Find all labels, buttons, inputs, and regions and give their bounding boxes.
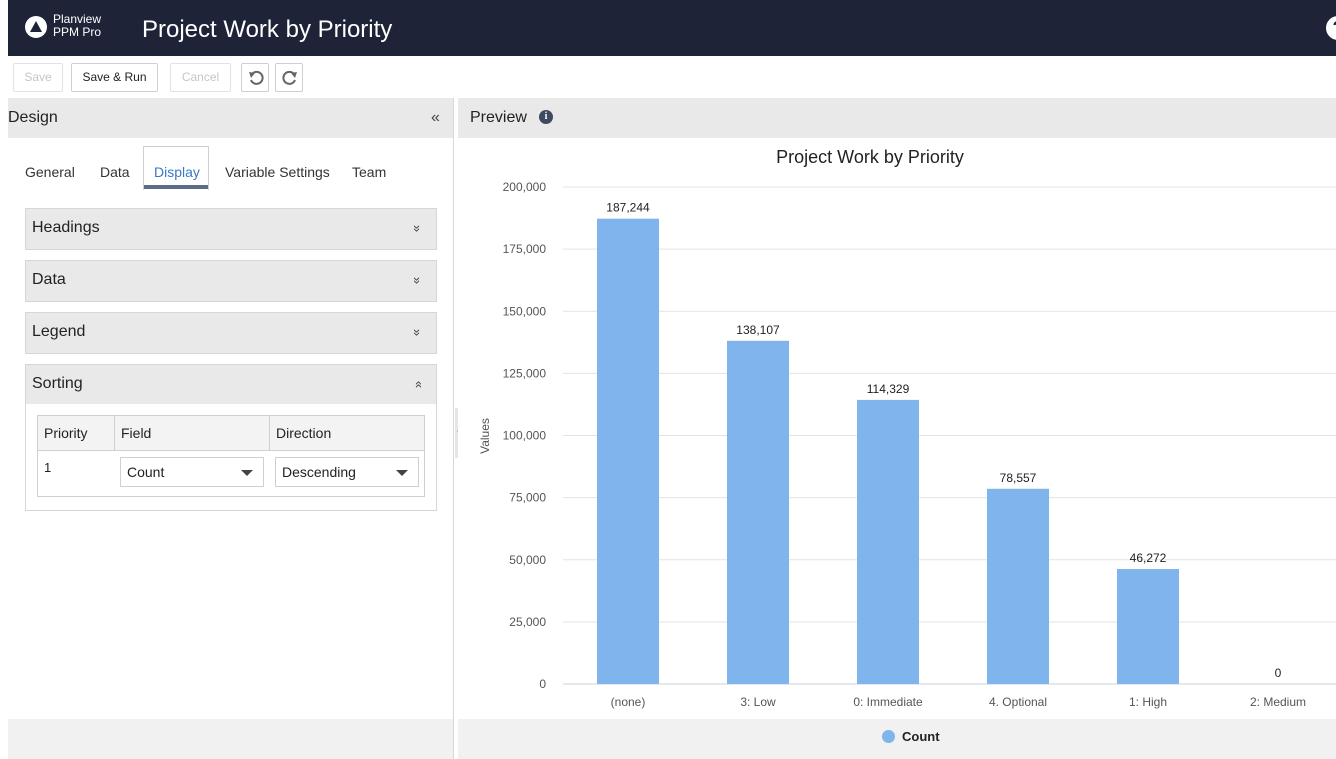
sorting-table-header: Priority Field Direction (38, 416, 424, 451)
active-tab-indicator (144, 185, 208, 189)
brand-name: Planview PPM Pro (53, 13, 101, 39)
y-tick-label: 25,000 (509, 615, 546, 629)
tab-data[interactable]: Data (100, 164, 130, 180)
y-tick-label: 75,000 (509, 491, 546, 505)
y-tick-label: 175,000 (503, 242, 547, 256)
preview-title: Preview (470, 109, 527, 126)
x-tick-label: 1: High (1129, 695, 1167, 709)
y-tick-label: 50,000 (509, 553, 546, 567)
collapse-chevron-icon: » (410, 380, 426, 389)
legend-swatch[interactable] (882, 730, 895, 743)
sorting-table: Priority Field Direction 1 Count Descend… (37, 415, 425, 497)
y-tick-label: 0 (539, 677, 546, 691)
top-bar: Planview PPM Pro Project Work by Priorit… (8, 0, 1336, 56)
design-panel-title: Design (8, 109, 58, 126)
data-label: 138,107 (736, 323, 780, 337)
y-tick-label: 125,000 (503, 366, 547, 380)
info-icon[interactable]: i (539, 110, 553, 124)
redo-icon (282, 70, 297, 85)
bar (857, 399, 919, 684)
section-headings[interactable]: Headings » (25, 208, 437, 250)
dropdown-caret-icon (241, 470, 253, 476)
y-tick-label: 100,000 (503, 429, 547, 443)
tab-general[interactable]: General (25, 164, 75, 180)
collapse-panel-icon[interactable]: « (431, 109, 440, 127)
tab-variable-settings[interactable]: Variable Settings (225, 164, 330, 180)
x-tick-label: 3: Low (740, 695, 776, 709)
x-tick-label: 4. Optional (989, 695, 1047, 709)
brand-line-2: PPM Pro (53, 25, 102, 39)
tab-team[interactable]: Team (352, 164, 386, 180)
section-legend[interactable]: Legend » (25, 312, 437, 354)
bar (987, 488, 1049, 684)
help-icon[interactable]: ? (1326, 16, 1336, 40)
save-button[interactable]: Save (13, 63, 63, 92)
bar-chart: Project Work by Priority 0 25,000 50,000 75,… (478, 147, 1336, 709)
design-tabs: General Data Display Variable Settings T… (8, 138, 453, 194)
sorting-section-body: Priority Field Direction 1 Count Descend… (25, 404, 437, 511)
section-headings-label: Headings (32, 219, 100, 236)
data-label: 187,244 (606, 201, 650, 215)
preview-panel-header: Preview i (458, 98, 1336, 138)
cancel-button[interactable]: Cancel (170, 63, 231, 92)
section-sorting-label: Sorting (32, 375, 83, 392)
tab-display[interactable]: Display (154, 164, 200, 180)
sort-direction-select[interactable]: Descending (275, 457, 419, 487)
chart-title: Project Work by Priority (776, 147, 964, 167)
column-header-field: Field (115, 416, 270, 451)
x-tick-label: 2: Medium (1250, 695, 1306, 709)
section-legend-label: Legend (32, 323, 86, 340)
redo-button[interactable] (275, 63, 303, 92)
data-label: 78,557 (1000, 471, 1037, 485)
save-and-run-button[interactable]: Save & Run (71, 63, 158, 92)
expand-chevron-icon: » (410, 328, 426, 337)
bar (1117, 569, 1179, 684)
planview-logo-icon (25, 16, 47, 38)
bar (597, 218, 659, 684)
sort-priority-value: 1 (44, 460, 52, 475)
x-tick-label: 0: Immediate (853, 695, 923, 709)
section-data[interactable]: Data » (25, 260, 437, 302)
column-header-priority: Priority (38, 416, 115, 451)
data-label: 46,272 (1130, 551, 1167, 565)
data-label: 114,329 (867, 382, 910, 396)
y-axis-label: Values (478, 418, 492, 454)
chart-legend: Count (458, 719, 1336, 759)
planview-logo[interactable]: Planview PPM Pro (25, 12, 117, 44)
toolbar: Save Save & Run Cancel (8, 56, 1336, 98)
y-tick-label: 200,000 (503, 180, 547, 194)
sort-direction-value: Descending (282, 464, 356, 480)
expand-chevron-icon: » (410, 224, 426, 233)
preview-panel: Preview i Project Work by Priority 0 25,00… (458, 98, 1336, 759)
expand-chevron-icon: » (410, 276, 426, 285)
y-tick-label: 150,000 (503, 304, 547, 318)
dropdown-caret-icon (396, 470, 408, 476)
design-panel: Design « General Data Display Variable S… (8, 98, 453, 759)
sort-field-select[interactable]: Count (120, 457, 264, 487)
section-data-label: Data (32, 271, 66, 288)
design-panel-footer (8, 719, 453, 759)
section-sorting[interactable]: Sorting » (25, 364, 437, 405)
column-header-direction: Direction (276, 425, 332, 441)
page-title: Project Work by Priority (142, 16, 393, 43)
undo-icon (249, 70, 264, 85)
data-label: 0 (1275, 666, 1282, 680)
x-tick-label: (none) (611, 695, 646, 709)
legend-label[interactable]: Count (902, 729, 940, 744)
undo-button[interactable] (241, 63, 269, 92)
design-panel-header: Design « (8, 98, 453, 138)
bar (727, 340, 789, 684)
sort-field-value: Count (127, 464, 165, 480)
